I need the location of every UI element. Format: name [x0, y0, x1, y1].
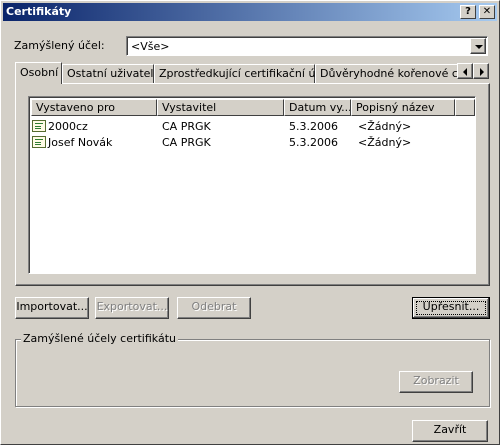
tab-strip: Osobní Ostatní uživatelé Zprostředkující… — [15, 62, 461, 84]
certificate-icon — [32, 136, 46, 148]
close-button-label: Zavřít — [433, 423, 467, 436]
cell-friendly-name: <Žádný> — [358, 136, 412, 149]
chevron-down-icon — [475, 45, 483, 49]
advanced-button[interactable]: Upřesnit... — [412, 297, 490, 319]
tab-scroll-right-button[interactable] — [473, 63, 489, 79]
certificate-icon — [32, 120, 46, 132]
import-button-label: Importovat... — [16, 300, 88, 313]
cell-date: 5.3.2006 — [289, 136, 338, 149]
certificate-purposes-label: Zamýšlené účely certifikátu — [21, 332, 178, 345]
cell-friendly-name: <Žádný> — [358, 120, 412, 133]
column-header-filler — [455, 99, 475, 116]
import-button[interactable]: Importovat... — [15, 297, 89, 319]
certificates-dialog: Certifikáty ? ✕ Zamýšlený účel: <Vše> Os… — [0, 0, 500, 445]
window-title: Certifikáty — [6, 5, 72, 18]
title-bar[interactable]: Certifikáty ? ✕ — [3, 3, 497, 21]
help-button[interactable]: ? — [460, 5, 476, 19]
view-button[interactable]: Zobrazit — [399, 371, 473, 393]
purpose-select[interactable]: <Vše> — [126, 36, 488, 56]
close-window-button[interactable]: ✕ — [479, 5, 495, 19]
purpose-dropdown-button[interactable] — [470, 38, 486, 54]
tab-personal[interactable]: Osobní — [15, 62, 62, 84]
export-button[interactable]: Exportovat... — [95, 297, 169, 319]
chevron-right-icon — [480, 68, 484, 76]
column-header-issuer[interactable]: Vystavitel — [157, 99, 284, 116]
column-header-issued-to[interactable]: Vystaveno pro — [31, 99, 157, 116]
focus-ring — [416, 301, 486, 315]
cell-issuer: CA PRGK — [162, 120, 211, 133]
tab-trusted-root-cas[interactable]: Důvěryhodné kořenové certifikační úřady — [315, 64, 461, 83]
column-header-friendly-name[interactable]: Popisný název — [351, 99, 455, 116]
cell-issuer: CA PRGK — [162, 136, 211, 149]
tab-other-people[interactable]: Ostatní uživatelé — [62, 64, 160, 83]
remove-button-label: Odebrat — [191, 300, 237, 313]
tab-intermediate-cas[interactable]: Zprostředkující certifikační úřady — [154, 64, 340, 83]
purpose-selected-value: <Vše> — [131, 40, 170, 53]
cell-issued-to: 2000cz — [48, 120, 88, 133]
cell-date: 5.3.2006 — [289, 120, 338, 133]
table-row[interactable]: Josef Novák CA PRGK 5.3.2006 <Žádný> — [31, 135, 471, 151]
export-button-label: Exportovat... — [96, 300, 168, 313]
remove-button[interactable]: Odebrat — [177, 297, 251, 319]
cell-issued-to: Josef Novák — [48, 136, 113, 149]
table-row[interactable]: 2000cz CA PRGK 5.3.2006 <Žádný> — [31, 119, 471, 135]
certificate-list[interactable]: Vystaveno pro Vystavitel Datum vy... Pop… — [28, 96, 476, 274]
purpose-label: Zamýšlený účel: — [14, 39, 105, 52]
close-button[interactable]: Zavřít — [412, 420, 488, 442]
chevron-left-icon — [463, 68, 467, 76]
column-header-expiration-date[interactable]: Datum vy... — [284, 99, 351, 116]
tab-scroll-left-button[interactable] — [457, 63, 473, 79]
view-button-label: Zobrazit — [413, 374, 459, 387]
